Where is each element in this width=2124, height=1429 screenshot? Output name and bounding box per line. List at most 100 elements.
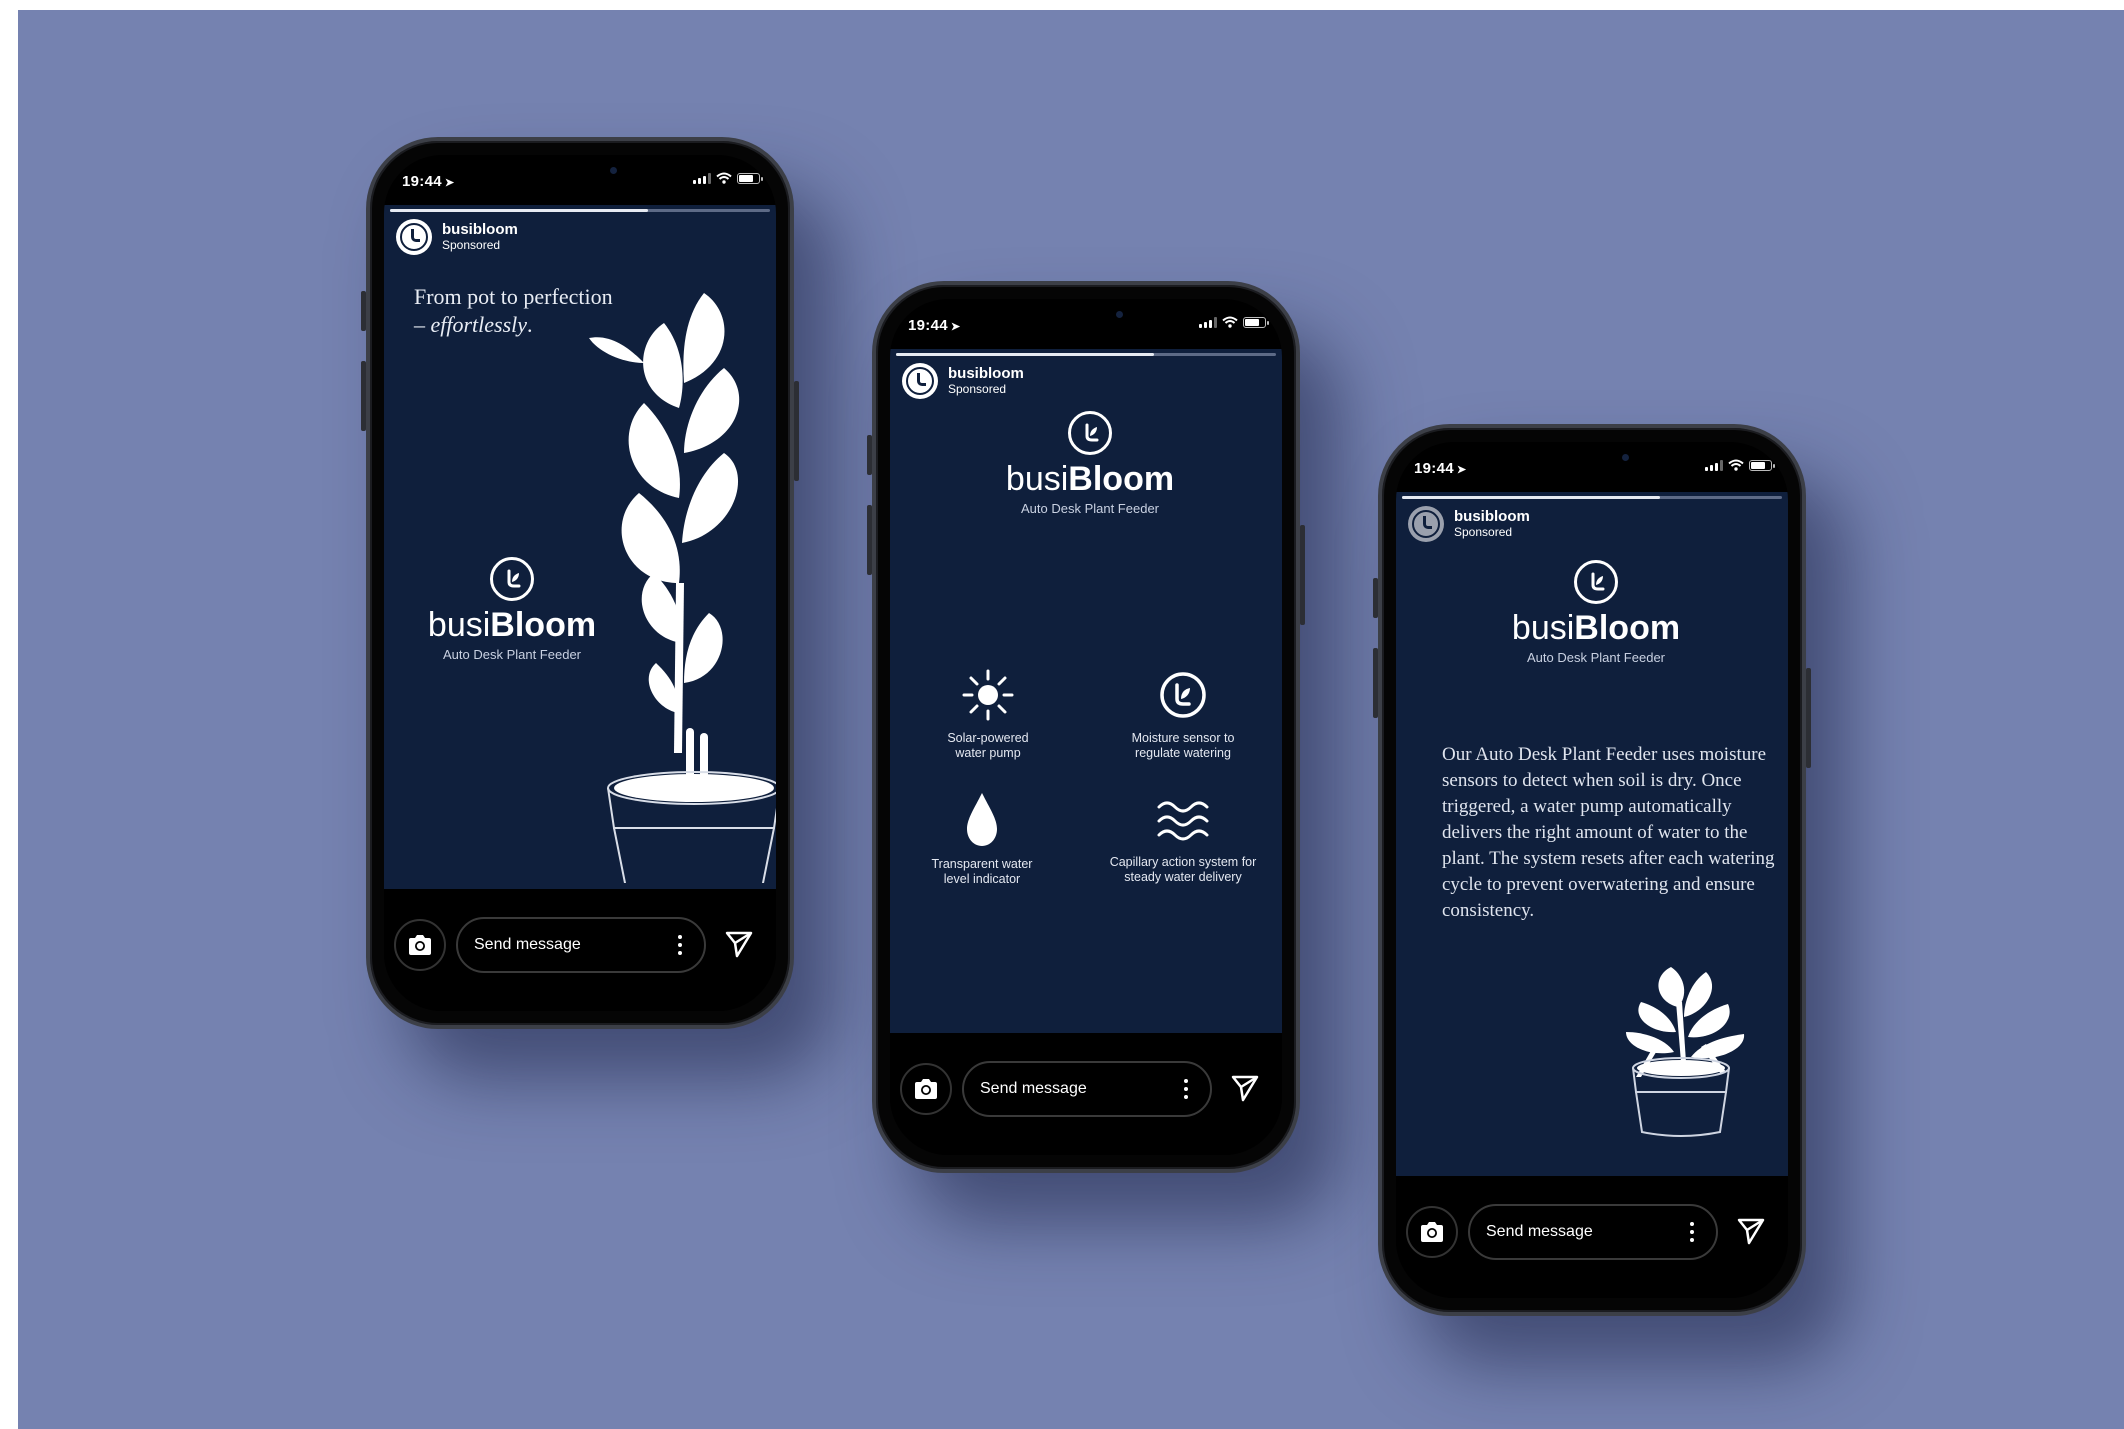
feature-text-line: regulate watering — [1135, 746, 1231, 760]
notch — [991, 299, 1181, 329]
status-time: 19:44 ➤ — [908, 317, 961, 334]
brand-tagline: Auto Desk Plant Feeder — [442, 647, 582, 662]
camera-button[interactable] — [1406, 1206, 1458, 1258]
brand-logo-icon — [1412, 510, 1440, 538]
send-icon[interactable] — [1736, 1216, 1766, 1246]
feature-text-line: Capillary action system for — [1109, 855, 1257, 869]
brand-logo-icon — [400, 223, 428, 251]
account-avatar[interactable] — [902, 363, 938, 399]
story-content[interactable]: busibloom Sponsored busiBloom Auto Desk … — [890, 349, 1282, 1033]
power-button — [1806, 668, 1811, 768]
camera-button[interactable] — [900, 1063, 952, 1115]
front-camera — [1622, 454, 1629, 461]
screen: 19:44 ➤ busibloom Sponsored From pot to p… — [384, 155, 776, 1011]
account-header[interactable]: busibloom Sponsored — [1408, 506, 1530, 542]
send-icon[interactable] — [1230, 1073, 1260, 1103]
headline-line-1: From pot to perfection — [414, 284, 613, 309]
leaf-badge-icon — [1068, 411, 1112, 455]
location-arrow-icon: ➤ — [1456, 464, 1467, 476]
phone-2: 19:44 ➤ busibloom Sponsored busiBloom Au… — [867, 281, 1305, 1173]
feature-text-line: Moisture sensor to — [1131, 731, 1235, 745]
send-message-input[interactable]: Send message — [962, 1061, 1212, 1117]
feature-capillary-system: Capillary action system for steady water … — [1093, 795, 1273, 885]
feature-solar-pump: Solar-powered water pump — [898, 667, 1078, 761]
feature-text-line: Transparent water — [931, 857, 1033, 871]
power-button — [794, 381, 799, 481]
volume-button — [361, 361, 366, 431]
brand-name: busiBloom — [427, 606, 597, 644]
cellular-signal-icon — [693, 172, 711, 184]
camera-icon — [915, 1079, 937, 1099]
story-progress-bar — [1402, 496, 1782, 499]
feature-text-line: level indicator — [943, 872, 1021, 886]
more-options-icon[interactable] — [1184, 1079, 1188, 1099]
feature-water-level: Transparent water level indicator — [892, 789, 1072, 887]
account-avatar[interactable] — [1408, 506, 1444, 542]
brand-name: busiBloom — [1005, 460, 1175, 498]
battery-icon — [737, 172, 763, 184]
notch — [485, 155, 675, 185]
message-bar: Send message — [890, 1033, 1282, 1155]
brand-logo: busiBloom Auto Desk Plant Feeder — [970, 411, 1210, 516]
story-progress-bar — [390, 209, 770, 212]
mute-switch — [361, 291, 366, 331]
camera-icon — [1421, 1222, 1443, 1242]
mute-switch — [867, 435, 872, 475]
account-avatar[interactable] — [396, 219, 432, 255]
water-drop-icon — [967, 793, 997, 846]
account-name[interactable]: busibloom — [948, 365, 1024, 382]
headline-line-2: – effortlessly. — [414, 312, 533, 337]
wifi-icon — [716, 172, 732, 184]
cellular-signal-icon — [1199, 316, 1217, 328]
brand-logo: busiBloom Auto Desk Plant Feeder — [1476, 560, 1716, 665]
leaf-badge-icon — [1160, 672, 1206, 718]
feature-text-line: steady water delivery — [1124, 870, 1242, 884]
feature-text-line: water pump — [955, 746, 1021, 760]
screen: 19:44 ➤ busibloom Sponsored busiBloom Au… — [1396, 442, 1788, 1298]
leaf-badge-icon — [1574, 560, 1618, 604]
account-name[interactable]: busibloom — [442, 221, 518, 238]
front-camera — [1116, 311, 1123, 318]
wifi-icon — [1728, 459, 1744, 471]
product-description: Our Auto Desk Plant Feeder uses moisture… — [1442, 744, 1775, 921]
brand-tagline: Auto Desk Plant Feeder — [1020, 501, 1160, 516]
sponsored-label: Sponsored — [948, 382, 1007, 396]
send-message-input[interactable]: Send message — [456, 917, 706, 973]
send-icon[interactable] — [724, 929, 754, 959]
phone-1: 19:44 ➤ busibloom Sponsored From pot to p… — [361, 137, 799, 1029]
account-name[interactable]: busibloom — [1454, 508, 1530, 525]
brand-logo-icon — [906, 367, 934, 395]
status-bar: 19:44 ➤ — [1396, 442, 1788, 492]
account-header[interactable]: busibloom Sponsored — [902, 363, 1024, 399]
story-progress-bar — [896, 353, 1276, 356]
more-options-icon[interactable] — [678, 935, 682, 955]
feature-moisture-sensor: Moisture sensor to regulate watering — [1093, 667, 1273, 761]
story-content[interactable]: busibloom Sponsored From pot to perfecti… — [384, 205, 776, 889]
message-bar: Send message — [384, 889, 776, 1011]
cellular-signal-icon — [1705, 459, 1723, 471]
more-options-icon[interactable] — [1690, 1222, 1694, 1242]
mute-switch — [1373, 578, 1378, 618]
status-bar: 19:44 ➤ — [384, 155, 776, 205]
phone-3: 19:44 ➤ busibloom Sponsored busiBloom Au… — [1373, 424, 1811, 1316]
status-bar: 19:44 ➤ — [890, 299, 1282, 349]
power-button — [1300, 525, 1305, 625]
camera-button[interactable] — [394, 919, 446, 971]
notch — [1497, 442, 1687, 472]
battery-icon — [1749, 459, 1775, 471]
camera-icon — [409, 935, 431, 955]
battery-icon — [1243, 316, 1269, 328]
location-arrow-icon: ➤ — [444, 177, 455, 189]
waves-icon — [1157, 801, 1209, 841]
story-content[interactable]: busibloom Sponsored busiBloom Auto Desk … — [1396, 492, 1788, 1176]
brand-name: busiBloom — [1511, 609, 1681, 647]
status-time: 19:44 ➤ — [1414, 460, 1467, 477]
send-message-input[interactable]: Send message — [1468, 1204, 1718, 1260]
brand-tagline: Auto Desk Plant Feeder — [1526, 650, 1666, 665]
account-header[interactable]: busibloom Sponsored — [396, 219, 518, 255]
location-arrow-icon: ➤ — [950, 321, 961, 333]
front-camera — [610, 167, 617, 174]
potted-plant-illustration — [1626, 967, 1745, 1137]
volume-button — [867, 505, 872, 575]
status-time: 19:44 ➤ — [402, 173, 455, 190]
